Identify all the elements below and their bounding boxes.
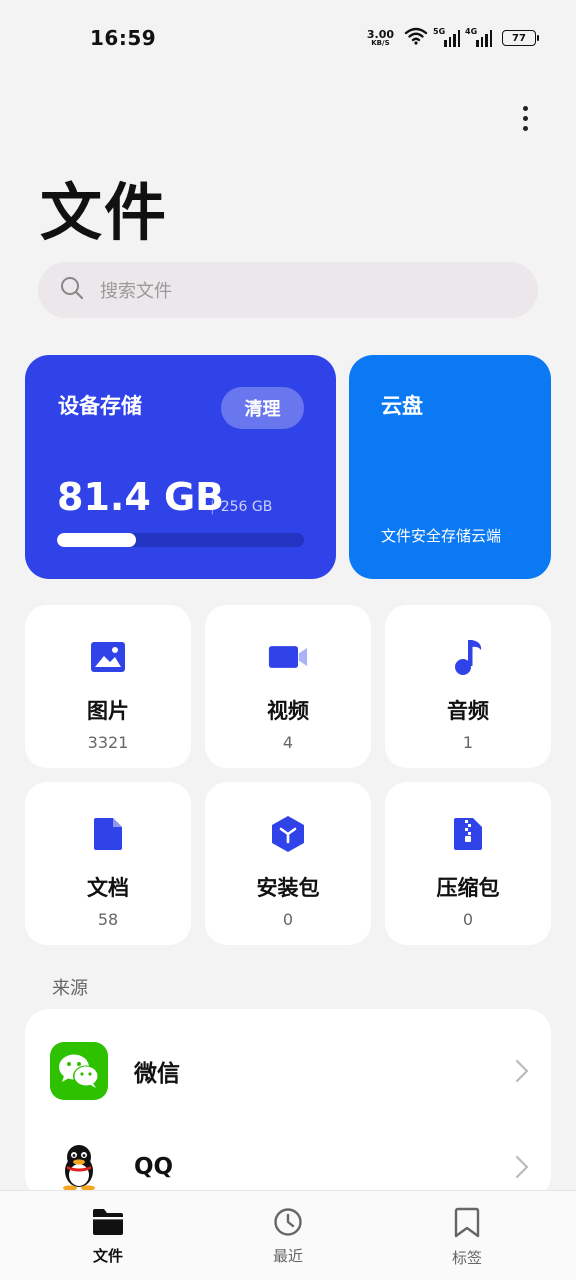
bottom-navigation: 文件 最近 标签	[0, 1190, 576, 1280]
source-name: 微信	[134, 1061, 180, 1087]
tab-tags[interactable]: 标签	[417, 1207, 517, 1268]
category-count: 3321	[87, 733, 129, 752]
image-icon	[88, 637, 128, 677]
wechat-icon	[50, 1042, 108, 1100]
signal-4g-icon: 4G	[465, 27, 492, 47]
category-name: 压缩包	[436, 876, 500, 900]
video-icon	[268, 637, 308, 677]
storage-total: | 256 GB	[210, 499, 273, 515]
category-name: 图片	[87, 699, 129, 723]
storage-total-value: 256 GB	[220, 499, 273, 515]
more-options-button[interactable]	[510, 100, 540, 136]
search-input[interactable]: 搜索文件	[100, 277, 172, 303]
source-item-qq[interactable]: QQ	[25, 1119, 551, 1199]
page-title: 文件	[40, 176, 169, 249]
category-images[interactable]: 图片 3321	[25, 605, 191, 768]
signal-4g-label: 4G	[465, 27, 478, 36]
category-count: 0	[282, 910, 294, 929]
package-icon	[268, 814, 308, 854]
category-name: 音频	[447, 699, 489, 723]
device-storage-card[interactable]: 设备存储 清理 81.4 GB | 256 GB	[25, 355, 336, 579]
category-count: 58	[97, 910, 119, 929]
more-vertical-icon	[522, 105, 528, 131]
category-packages[interactable]: 安装包 0	[205, 782, 371, 945]
storage-progress-fill	[57, 533, 136, 547]
cloud-drive-card[interactable]: 云盘 文件安全存储云端	[349, 355, 551, 579]
zip-icon	[448, 814, 488, 854]
category-name: 安装包	[256, 876, 320, 900]
status-bar: 16:59 3.00 KB/S 5G 4G 77	[0, 0, 576, 76]
battery-icon: 77	[502, 30, 539, 46]
signal-5g-icon: 5G	[433, 27, 460, 47]
signal-5g-label: 5G	[433, 27, 446, 36]
category-documents[interactable]: 文档 58	[25, 782, 191, 945]
sources-section-label: 来源	[52, 978, 88, 999]
category-archives[interactable]: 压缩包 0	[385, 782, 551, 945]
tab-files[interactable]: 文件	[58, 1207, 158, 1266]
folder-icon	[91, 1207, 125, 1241]
chevron-right-icon	[515, 1155, 529, 1183]
category-videos[interactable]: 视频 4	[205, 605, 371, 768]
chevron-right-icon	[515, 1059, 529, 1087]
qq-icon	[50, 1138, 108, 1196]
device-storage-label: 设备存储	[58, 394, 142, 418]
status-icons: 3.00 KB/S 5G 4G 77	[367, 27, 539, 49]
storage-progress-bar	[57, 533, 304, 547]
music-note-icon	[448, 637, 488, 677]
battery-level: 77	[512, 32, 526, 44]
storage-used: 81.4 GB	[57, 475, 225, 519]
sources-card: 微信 QQ	[25, 1009, 551, 1199]
category-audio[interactable]: 音频 1	[385, 605, 551, 768]
tab-label: 标签	[451, 1249, 482, 1267]
wifi-icon	[404, 27, 428, 49]
clock-icon	[273, 1207, 303, 1241]
source-item-wechat[interactable]: 微信	[25, 1023, 551, 1119]
cloud-drive-label: 云盘	[381, 394, 423, 418]
bookmark-icon	[453, 1207, 481, 1243]
tab-label: 最近	[272, 1247, 303, 1265]
category-count: 1	[462, 733, 474, 752]
document-icon	[88, 814, 128, 854]
tab-label: 文件	[92, 1247, 123, 1265]
network-speed: 3.00 KB/S	[367, 29, 394, 47]
source-name: QQ	[134, 1154, 174, 1180]
category-name: 视频	[267, 699, 309, 723]
category-count: 4	[282, 733, 294, 752]
category-count: 0	[462, 910, 474, 929]
category-name: 文档	[87, 876, 129, 900]
status-time: 16:59	[90, 26, 157, 50]
tab-recent[interactable]: 最近	[238, 1207, 338, 1266]
search-bar[interactable]: 搜索文件	[38, 262, 538, 318]
network-speed-unit: KB/S	[371, 39, 390, 47]
cloud-drive-description: 文件安全存储云端	[381, 527, 502, 545]
clean-button[interactable]: 清理	[221, 387, 304, 429]
search-icon	[60, 276, 84, 304]
